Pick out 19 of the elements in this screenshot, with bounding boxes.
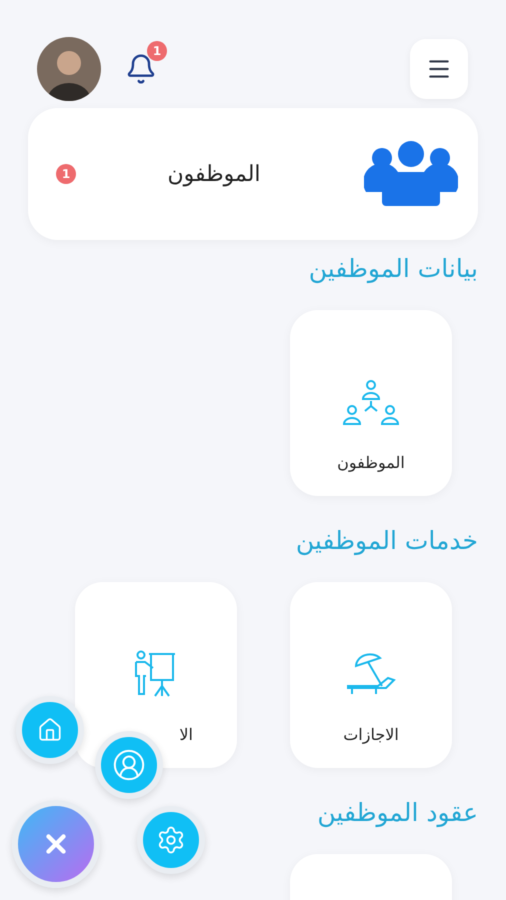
people-network-icon	[342, 379, 400, 427]
people-group-icon	[364, 140, 458, 208]
notification-badge: 1	[147, 41, 167, 61]
settings-icon	[156, 825, 186, 855]
section-title: خدمات الموظفين	[296, 525, 479, 558]
card-title: الموظفون	[167, 162, 261, 186]
user-icon	[112, 748, 146, 782]
section-title: عقود الموظفين	[317, 797, 479, 830]
service-tile[interactable]: الاجازات	[290, 582, 452, 768]
section-title: بيانات الموظفين	[308, 253, 479, 286]
notification-bell-icon[interactable]	[125, 53, 157, 85]
menu-button[interactable]	[410, 39, 468, 99]
tile-label: الموظفون	[337, 453, 405, 472]
tile-label: الا	[179, 725, 193, 744]
tile-label: الاجازات	[343, 725, 399, 744]
service-tile[interactable]: الا	[75, 582, 237, 768]
home-icon	[37, 717, 63, 743]
service-tile[interactable]: الموظفون	[290, 310, 452, 496]
count-badge: 1	[56, 164, 76, 184]
